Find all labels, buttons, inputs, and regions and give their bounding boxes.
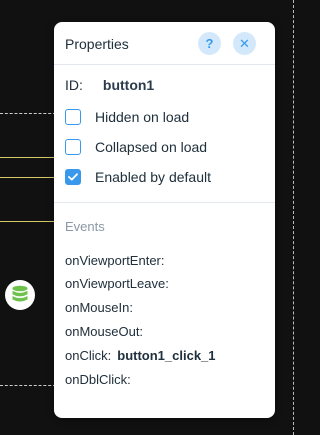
event-name: onMouseOut: xyxy=(65,324,144,339)
guide-line xyxy=(0,157,56,158)
section-divider xyxy=(54,202,275,203)
panel-title: Properties xyxy=(65,36,129,52)
event-name: onMouseIn: xyxy=(65,300,133,315)
close-button[interactable]: ✕ xyxy=(233,32,256,55)
event-row-mouse-in[interactable]: onMouseIn: xyxy=(65,300,139,315)
hidden-on-load-label: Hidden on load xyxy=(95,109,190,125)
id-value[interactable]: button1 xyxy=(103,77,154,93)
database-badge[interactable] xyxy=(5,280,35,310)
event-row-click[interactable]: onClick: button1_click_1 xyxy=(65,348,216,363)
close-icon: ✕ xyxy=(239,35,250,51)
properties-panel: Properties ? ✕ ID: button1 Hidden on loa… xyxy=(54,22,275,418)
guide-line xyxy=(0,177,56,178)
help-button[interactable]: ? xyxy=(198,32,221,55)
event-row-double-click[interactable]: onDblClick: xyxy=(65,372,137,387)
collapsed-on-load-label: Collapsed on load xyxy=(95,139,208,155)
element-outline-top xyxy=(0,113,56,114)
event-name: onClick: xyxy=(65,348,112,363)
event-row-viewport-enter[interactable]: onViewportEnter: xyxy=(65,253,171,268)
enabled-by-default-option[interactable]: Enabled by default xyxy=(65,168,211,186)
event-name: onViewportEnter: xyxy=(65,253,165,268)
collapsed-on-load-option[interactable]: Collapsed on load xyxy=(65,138,207,156)
guide-line xyxy=(0,221,56,222)
hidden-on-load-checkbox[interactable] xyxy=(65,109,81,125)
canvas-boundary-vertical xyxy=(293,0,294,435)
panel-header: Properties ? ✕ xyxy=(54,22,275,65)
id-row: ID: button1 xyxy=(65,77,154,93)
event-name: onDblClick: xyxy=(65,372,131,387)
database-icon xyxy=(12,285,28,302)
events-heading: Events xyxy=(65,219,105,234)
event-row-mouse-out[interactable]: onMouseOut: xyxy=(65,324,149,339)
enabled-by-default-label: Enabled by default xyxy=(95,169,211,185)
collapsed-on-load-checkbox[interactable] xyxy=(65,139,81,155)
event-handler[interactable]: button1_click_1 xyxy=(117,348,215,363)
event-name: onViewportLeave: xyxy=(65,276,169,291)
hidden-on-load-option[interactable]: Hidden on load xyxy=(65,108,189,126)
checkmark-icon xyxy=(68,173,78,181)
enabled-by-default-checkbox[interactable] xyxy=(65,169,81,185)
element-outline-bottom xyxy=(0,385,56,386)
id-label: ID: xyxy=(65,77,83,93)
event-row-viewport-leave[interactable]: onViewportLeave: xyxy=(65,276,175,291)
help-icon: ? xyxy=(205,36,214,51)
